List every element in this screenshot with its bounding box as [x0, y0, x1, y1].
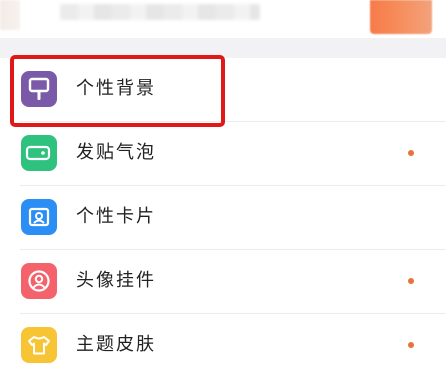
profile-header-blurred[interactable]: [0, 0, 446, 38]
menu-item-label: 头像挂件: [76, 270, 156, 291]
notification-dot: [408, 278, 414, 284]
menu-item-label: 个性卡片: [76, 206, 156, 227]
avatar-pendant-icon: [21, 263, 57, 299]
menu-item-label: 主题皮肤: [76, 334, 156, 355]
avatar: [0, 0, 20, 30]
notification-dot: [408, 150, 414, 156]
menu-item-personal-card[interactable]: 个性卡片: [0, 186, 446, 250]
notification-dot: [408, 342, 414, 348]
vip-badge-blurred[interactable]: [370, 0, 432, 34]
username-blurred: [60, 4, 260, 20]
menu-item-avatar-pendant[interactable]: 头像挂件: [0, 250, 446, 314]
highlight-box: [10, 55, 225, 127]
menu-item-theme-skin[interactable]: 主题皮肤: [0, 314, 446, 378]
chat-bubble-icon: [21, 135, 57, 171]
tshirt-icon: [21, 327, 57, 363]
screen: 个性背景 发贴气泡 个性卡片 头像挂件 主题皮肤: [0, 0, 446, 378]
profile-card-icon: [21, 199, 57, 235]
menu-item-label: 发贴气泡: [76, 142, 156, 163]
menu-item-post-bubble[interactable]: 发贴气泡: [0, 122, 446, 186]
